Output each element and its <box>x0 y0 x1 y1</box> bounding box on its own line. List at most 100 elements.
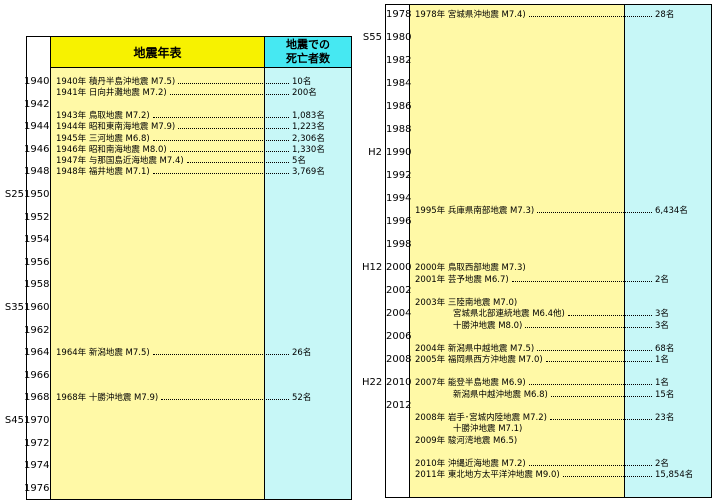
right-death-count: 2名 <box>655 274 669 285</box>
right-year-label: 1996 <box>386 216 412 227</box>
left-event-text: 1948年 福井地震 M7.1) <box>56 167 150 178</box>
left-death-count: 200名 <box>292 88 317 99</box>
right-year-label: 1986 <box>386 101 412 112</box>
left-year-label: 1952 <box>24 211 50 223</box>
left-event-text: 1947年 与那国島近海地震 M7.4) <box>56 156 184 167</box>
right-leader-line <box>537 211 652 213</box>
left-event-column: 地震年表 <box>50 36 265 500</box>
right-event-text: 2001年 芸予地震 M6.7) <box>415 274 509 285</box>
left-event-text: 1944年 昭和東南海地震 M7.9) <box>56 122 176 133</box>
right-death-count: 6,434名 <box>655 205 688 216</box>
left-leader-line <box>152 116 289 118</box>
right-year-label: 2010 <box>386 377 412 388</box>
right-death-count: 3名 <box>655 309 669 319</box>
right-event-text: 2005年 福岡県西方沖地震 M7.0) <box>415 355 543 365</box>
right-death-count: 15名 <box>655 389 675 400</box>
right-leader-line <box>511 280 652 282</box>
left-year-label: 1974 <box>24 460 50 472</box>
right-year-label: 2012 <box>386 400 412 411</box>
right-leader-line <box>528 464 652 466</box>
right-leader-line <box>528 16 652 17</box>
left-death-count: 10名 <box>292 77 312 87</box>
left-year-label: 1966 <box>24 369 50 381</box>
right-event-text: 2011年 東北地方太平洋沖地震 M9.0) <box>415 470 560 480</box>
left-year-label: 1964 <box>24 347 50 359</box>
right-event-text: 2009年 駿河湾地震 M6.5) <box>415 435 518 446</box>
right-year-label: 1994 <box>386 193 412 204</box>
right-event-text: 1978年 宮城県沖地震 M7.4) <box>415 10 526 20</box>
left-year-label: 1950 <box>24 189 50 200</box>
left-leader-line <box>169 94 289 96</box>
right-death-count: 2名 <box>655 458 669 469</box>
left-death-count: 3,769名 <box>292 167 325 178</box>
right-leader-line <box>550 395 652 397</box>
right-event-text: 新潟県中越沖地震 M6.8) <box>453 389 548 400</box>
left-year-label: 1972 <box>24 437 50 449</box>
left-year-label: 1960 <box>24 302 50 313</box>
left-header-death: 地震での 死亡者数 <box>265 37 351 68</box>
left-leader-line <box>178 83 289 84</box>
left-era-label: S45 <box>4 415 24 426</box>
right-death-count: 3名 <box>655 320 669 331</box>
left-year-label: 1944 <box>24 121 50 133</box>
right-death-count: 15,854名 <box>655 470 694 480</box>
right-death-column <box>624 4 712 498</box>
right-event-text: 2008年 岩手･宮城内陸地震 M7.2) <box>415 412 547 423</box>
right-era-label: H12 <box>362 262 383 273</box>
right-year-label: 1998 <box>386 239 412 250</box>
right-leader-line <box>545 361 652 362</box>
left-year-label: 1968 <box>24 392 50 404</box>
left-leader-line <box>152 173 289 175</box>
right-event-text: 十勝沖地震 M8.0) <box>453 320 523 331</box>
left-year-label: 1958 <box>24 279 50 291</box>
left-year-label: 1948 <box>24 166 50 178</box>
left-year-label: 1962 <box>24 324 50 336</box>
left-year-label: 1956 <box>24 256 50 268</box>
right-year-label: 1980 <box>386 32 412 43</box>
left-leader-line <box>186 162 289 164</box>
right-event-text: 1995年 兵庫県南部地震 M7.3) <box>415 205 535 216</box>
right-year-label: 1992 <box>386 170 412 181</box>
left-event-text: 1943年 鳥取地震 M7.2) <box>56 110 150 121</box>
right-event-text: 十勝沖地震 M7.1) <box>453 424 523 434</box>
right-death-count: 68名 <box>655 343 675 354</box>
left-death-count: 1,223名 <box>292 122 325 133</box>
left-event-text: 1946年 昭和南海地震 M8.0) <box>56 144 167 155</box>
left-death-count: 5名 <box>292 156 306 167</box>
right-leader-line <box>528 384 652 385</box>
left-event-text: 1940年 積丹半島沖地震 M7.5) <box>56 77 176 87</box>
left-leader-line <box>152 354 289 356</box>
right-event-text: 宮城県北部連続地震 M6.4他) <box>453 309 565 319</box>
right-leader-line <box>537 349 652 351</box>
right-leader-line <box>567 315 652 316</box>
right-year-label: 2004 <box>386 308 412 319</box>
left-year-label: 1976 <box>24 482 50 494</box>
left-header-main: 地震年表 <box>51 37 264 68</box>
left-year-label: 1954 <box>24 234 50 246</box>
right-year-label: 1988 <box>386 124 412 135</box>
right-event-text: 2010年 沖縄近海地震 M7.2) <box>415 458 526 469</box>
left-death-column: 地震での 死亡者数 <box>264 36 352 500</box>
right-event-text: 2007年 能登半島地震 M6.9) <box>415 378 526 388</box>
left-death-count: 52名 <box>292 393 312 404</box>
right-death-count: 1名 <box>655 355 669 365</box>
right-event-text: 2003年 三陸南地震 M7.0) <box>415 297 518 308</box>
right-era-label: H22 <box>362 377 383 388</box>
right-event-text: 2004年 新潟県中越地震 M7.5) <box>415 343 535 354</box>
right-year-label: 2006 <box>386 331 412 342</box>
right-death-count: 28名 <box>655 10 675 20</box>
right-leader-line <box>549 418 652 420</box>
right-event-text: 2000年 鳥取西部地震 M7.3) <box>415 263 526 273</box>
left-leader-line <box>169 150 289 152</box>
left-event-text: 1964年 新潟地震 M7.5) <box>56 348 150 359</box>
left-event-text: 1968年 十勝沖地震 M7.9) <box>56 393 159 404</box>
right-era-label: S55 <box>362 32 382 43</box>
left-year-label: 1940 <box>24 76 50 87</box>
left-death-count: 2,306名 <box>292 133 325 144</box>
right-leader-line <box>562 476 652 477</box>
right-death-count: 1名 <box>655 378 669 388</box>
left-event-text: 1945年 三河地震 M6.8) <box>56 133 150 144</box>
left-year-label: 1946 <box>24 143 50 155</box>
left-era-label: S35 <box>4 302 24 313</box>
right-year-label: 1978 <box>386 9 412 20</box>
